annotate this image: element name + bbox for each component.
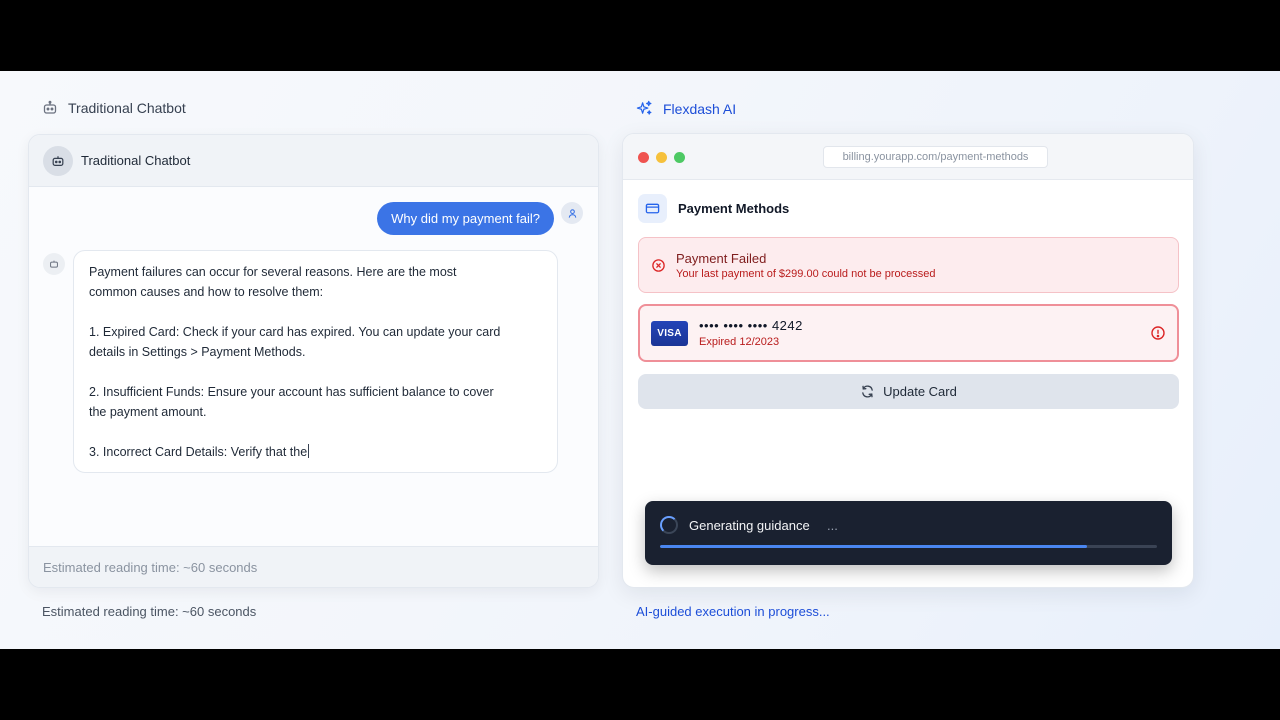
section-label: Flexdash AI [663,100,737,117]
browser-window: billing.yourapp.com/payment-methods Paym… [622,133,1194,588]
robot-icon [52,155,64,166]
bot-avatar-small [43,253,65,275]
update-card-button[interactable]: Update Card [638,374,1179,409]
typing-caret [308,444,310,458]
warning-icon [1151,326,1165,340]
bot-message-line: common causes and how to resolve them: [89,285,324,299]
bot-message-line: details in Settings > Payment Methods. [89,345,306,359]
address-bar[interactable]: billing.yourapp.com/payment-methods [823,146,1048,168]
comparison-stage: Traditional Chatbot Traditional Chatbot … [0,71,1280,649]
toast-ellipsis: ... [827,518,838,533]
browser-toolbar: billing.yourapp.com/payment-methods [623,134,1193,180]
payment-failed-alert: Payment Failed Your last payment of $299… [638,237,1179,293]
left-caption: Estimated reading time: ~60 seconds [42,604,257,619]
update-card-label: Update Card [883,384,957,399]
saved-card[interactable]: VISA •••• •••• •••• 4242 Expired 12/2023 [638,304,1179,362]
bot-message-line: Payment failures can occur for several r… [89,265,457,279]
card-expiry: Expired 12/2023 [699,336,780,348]
user-avatar [561,202,583,224]
chat-footer: Estimated reading time: ~60 seconds [29,546,598,587]
toast-text: Generating guidance [689,518,810,533]
section-label: Traditional Chatbot [68,100,186,116]
bot-message-line: 2. Insufficient Funds: Ensure your accou… [89,385,494,399]
alert-message: Your last payment of $299.00 could not b… [676,267,936,280]
alert-title: Payment Failed [676,250,767,266]
refresh-icon [862,385,873,398]
user-icon [568,208,576,218]
close-window-button[interactable] [638,152,649,163]
error-circle-icon [652,258,665,272]
robot-icon [50,260,58,268]
visa-logo: VISA [651,320,688,346]
maximize-window-button[interactable] [674,152,685,163]
card-number: •••• •••• •••• 4242 [699,318,803,333]
bot-message-line: 3. Incorrect Card Details: Verify that t… [89,445,308,459]
traditional-chatbot-heading: Traditional Chatbot [42,100,186,116]
bot-message-line: the payment amount. [89,405,207,419]
chat-header: Traditional Chatbot [29,135,598,187]
generating-guidance-toast: Generating guidance ... [645,501,1172,565]
progress-bar-fill [660,545,1088,548]
letterbox-bottom [0,649,1280,720]
payment-methods-header: Payment Methods [638,194,789,223]
url-text: billing.yourapp.com/payment-methods [842,151,1029,163]
loading-spinner-icon [660,516,678,534]
progress-bar [660,545,1157,548]
sparkles-icon [636,100,652,115]
page-title: Payment Methods [678,201,790,216]
bot-avatar [43,145,73,176]
credit-card-icon [645,203,660,214]
chat-title: Traditional Chatbot [81,153,191,168]
letterbox-top [0,0,1280,71]
robot-icon [43,100,57,114]
reading-time-text: Estimated reading time: ~60 seconds [43,559,258,575]
bot-message-bubble: Payment failures can occur for several r… [73,250,558,473]
bot-message-line: 1. Expired Card: Check if your card has … [89,325,501,339]
credit-card-icon-box [638,194,667,223]
user-message-bubble: Why did my payment fail? [377,202,554,235]
right-caption: AI-guided execution in progress... [636,604,830,619]
minimize-window-button[interactable] [656,152,667,163]
chat-messages: Why did my payment fail? Payment failure… [29,187,598,547]
chatbot-panel: Traditional Chatbot Why did my payment f… [28,134,599,588]
user-message-text: Why did my payment fail? [391,211,540,226]
flexdash-ai-heading: Flexdash AI [636,100,736,117]
